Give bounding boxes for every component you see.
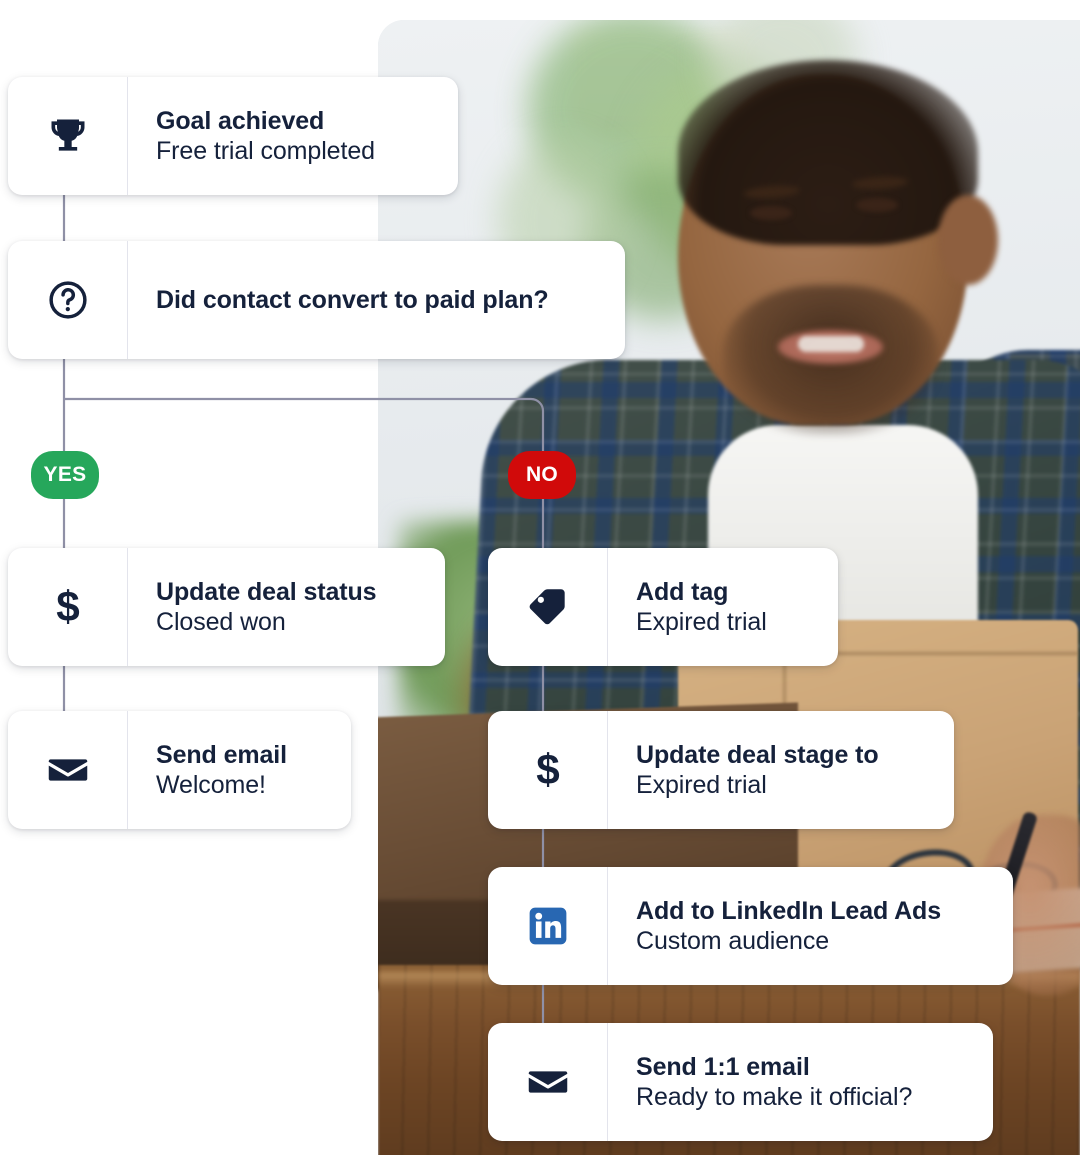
node-title: Add to LinkedIn Lead Ads xyxy=(636,896,942,925)
branch-badge-no[interactable]: NO xyxy=(508,451,576,499)
card-body: Update deal status Closed won xyxy=(128,548,445,666)
node-subtitle: Welcome! xyxy=(156,771,266,799)
node-subtitle: Expired trial xyxy=(636,608,767,636)
card-body: Add to LinkedIn Lead Ads Custom audience xyxy=(608,867,1013,985)
node-title: Send email xyxy=(156,740,287,769)
flow-node-update-deal-stage[interactable]: $ Update deal stage to Expired trial xyxy=(488,711,954,829)
node-title: Did contact convert to paid plan? xyxy=(156,285,549,314)
flow-node-update-deal-status[interactable]: $ Update deal status Closed won xyxy=(8,548,445,666)
node-title: Add tag xyxy=(636,577,729,606)
flow-node-send-one-to-one-email[interactable]: Send 1:1 email Ready to make it official… xyxy=(488,1023,993,1141)
node-subtitle: Free trial completed xyxy=(156,137,375,165)
linkedin-icon xyxy=(488,867,608,985)
tag-icon xyxy=(488,548,608,666)
flow-node-linkedin-lead-ads[interactable]: Add to LinkedIn Lead Ads Custom audience xyxy=(488,867,1013,985)
flow-node-send-email[interactable]: Send email Welcome! xyxy=(8,711,351,829)
node-title: Send 1:1 email xyxy=(636,1052,810,1081)
card-body: Update deal stage to Expired trial xyxy=(608,711,954,829)
node-subtitle: Custom audience xyxy=(636,927,830,955)
question-mark-circle-icon xyxy=(8,241,128,359)
trophy-icon xyxy=(8,77,128,195)
card-body: Send email Welcome! xyxy=(128,711,351,829)
envelope-icon xyxy=(8,711,128,829)
node-title: Goal achieved xyxy=(156,106,325,135)
card-body: Did contact convert to paid plan? xyxy=(128,241,625,359)
card-body: Goal achieved Free trial completed xyxy=(128,77,458,195)
card-body: Add tag Expired trial xyxy=(608,548,838,666)
flow-node-goal-achieved[interactable]: Goal achieved Free trial completed xyxy=(8,77,458,195)
node-title: Update deal stage to xyxy=(636,740,879,769)
screenshot-root: Goal achieved Free trial completed Did c… xyxy=(0,0,1080,1155)
svg-text:$: $ xyxy=(56,585,79,629)
dollar-sign-icon: $ xyxy=(8,548,128,666)
flow-node-conversion-question[interactable]: Did contact convert to paid plan? xyxy=(8,241,625,359)
flow-node-add-tag[interactable]: Add tag Expired trial xyxy=(488,548,838,666)
svg-text:$: $ xyxy=(536,748,559,792)
node-subtitle: Expired trial xyxy=(636,771,767,799)
node-subtitle: Closed won xyxy=(156,608,286,636)
node-subtitle: Ready to make it official? xyxy=(636,1083,913,1111)
branch-badge-yes[interactable]: YES xyxy=(31,451,99,499)
card-body: Send 1:1 email Ready to make it official… xyxy=(608,1023,993,1141)
envelope-icon xyxy=(488,1023,608,1141)
node-title: Update deal status xyxy=(156,577,377,606)
dollar-sign-icon: $ xyxy=(488,711,608,829)
